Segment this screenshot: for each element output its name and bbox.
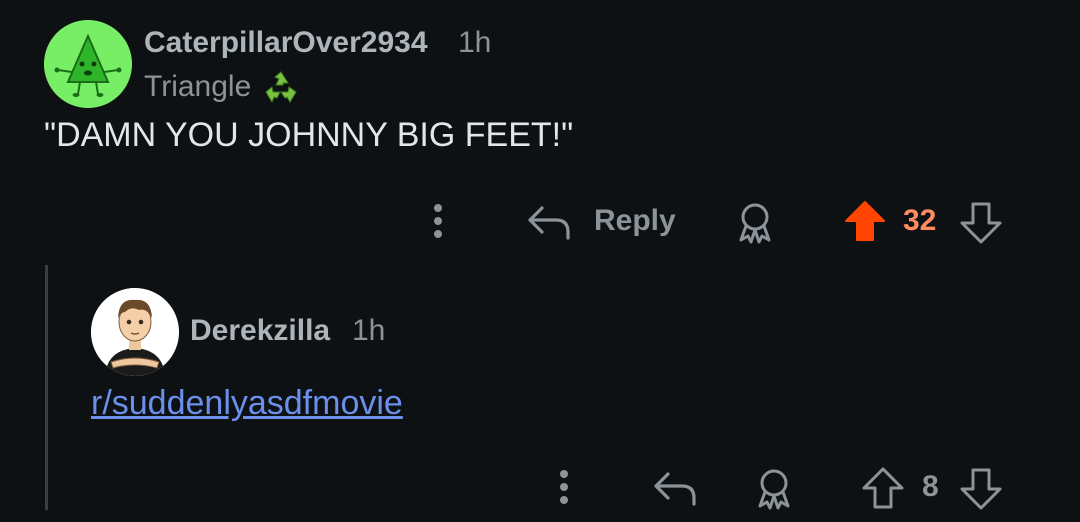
reply-button-label[interactable]: Reply: [594, 204, 676, 238]
reply-upvote-button[interactable]: [860, 465, 906, 511]
reply-vote-score: 8: [922, 470, 939, 503]
comment-username[interactable]: CaterpillarOver2934: [144, 26, 428, 60]
avatar[interactable]: [44, 20, 132, 108]
vote-score: 32: [903, 204, 937, 237]
user-flair-text: Triangle: [144, 70, 252, 103]
award-button[interactable]: [733, 200, 777, 246]
comment-body: "DAMN YOU JOHNNY BIG FEET!": [44, 116, 574, 154]
upvote-arrow-icon: [862, 467, 904, 509]
downvote-button[interactable]: [958, 200, 1004, 246]
comment-timestamp: 1h: [458, 26, 492, 59]
subreddit-link[interactable]: r/suddenlyasdfmovie: [91, 384, 403, 423]
reply-downvote-button[interactable]: [958, 466, 1004, 512]
more-vertical-icon: [434, 204, 442, 238]
more-options-button[interactable]: [428, 200, 448, 242]
reply-more-options-button[interactable]: [554, 466, 574, 508]
reply-icon: [528, 206, 570, 240]
upvote-button[interactable]: [842, 198, 888, 244]
award-icon: [739, 203, 771, 244]
reply-username[interactable]: Derekzilla: [190, 314, 330, 348]
downvote-arrow-icon: [960, 202, 1002, 244]
reply-timestamp: 1h: [352, 314, 386, 347]
more-vertical-icon: [560, 470, 568, 504]
comment-thread: CaterpillarOver2934 1h Triangle "DAMN YO…: [0, 0, 1080, 522]
reply-icon: [654, 472, 696, 506]
thread-collapse-line[interactable]: [45, 265, 48, 510]
user-flair: Triangle: [144, 70, 251, 104]
downvote-arrow-icon: [960, 468, 1002, 510]
reply-reply-button[interactable]: [652, 466, 698, 510]
upvote-arrow-icon: [845, 201, 885, 241]
award-icon: [758, 469, 790, 510]
reply-avatar[interactable]: [91, 288, 179, 376]
reply-award-button[interactable]: [752, 466, 796, 512]
recycle-icon: [262, 70, 300, 106]
